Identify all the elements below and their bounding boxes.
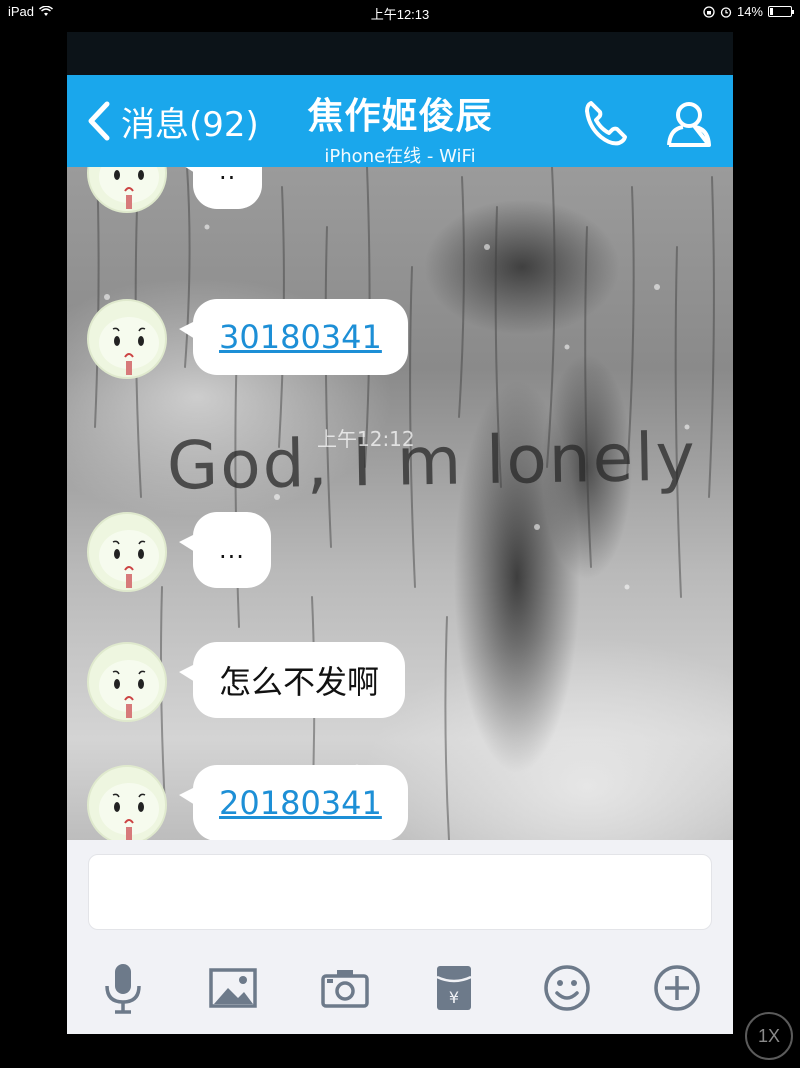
- app-top-strip: [67, 32, 733, 75]
- emoji-icon: [544, 965, 590, 1011]
- message-row: 30180341: [87, 299, 408, 379]
- back-label: 消息(92): [121, 104, 259, 145]
- add-icon: [654, 965, 700, 1011]
- chat-app: 消息(92) 焦作姬俊辰 iPhone在线 - WiFi God, I m lo…: [67, 32, 733, 1034]
- contact-name: 焦作姬俊辰: [307, 96, 493, 137]
- image-icon: [209, 968, 257, 1008]
- input-area: ¥: [67, 840, 733, 1034]
- back-button[interactable]: 消息(92): [83, 99, 259, 145]
- avatar-face-icon: [99, 783, 159, 840]
- chevron-left-icon: [88, 101, 110, 141]
- message-input[interactable]: [88, 854, 712, 930]
- microphone-button[interactable]: [93, 958, 153, 1018]
- message-bubble[interactable]: ...: [179, 512, 271, 588]
- avatar-face-icon: [99, 167, 159, 209]
- chat-area[interactable]: God, I m lonely 上午12:12 .. 30180341 ... …: [67, 167, 733, 840]
- background-time-text: 上午12:12: [317, 427, 415, 451]
- message-bubble[interactable]: ..: [178, 167, 263, 209]
- profile-icon[interactable]: [661, 95, 717, 151]
- nav-bar: 消息(92) 焦作姬俊辰 iPhone在线 - WiFi: [67, 75, 733, 167]
- chat-header[interactable]: 焦作姬俊辰 iPhone在线 - WiFi: [247, 87, 553, 168]
- online-status: iPhone在线 - WiFi: [324, 146, 476, 167]
- image-button[interactable]: [203, 958, 263, 1018]
- message-row: ..: [87, 167, 263, 213]
- microphone-icon: [105, 964, 141, 1014]
- phone-icon[interactable]: [577, 95, 633, 151]
- alarm-icon: [720, 6, 732, 18]
- add-button[interactable]: [647, 958, 707, 1018]
- status-time: 上午12:13: [370, 7, 430, 22]
- camera-icon: [321, 970, 369, 1008]
- avatar-face-icon: [99, 317, 159, 375]
- message-bubble[interactable]: 怎么不发啊: [178, 642, 406, 718]
- svg-text:¥: ¥: [449, 988, 459, 1007]
- avatar-face-icon: [99, 660, 159, 718]
- rotation-lock-icon: [703, 5, 715, 18]
- background-overlay-text: God, I m lonely: [166, 418, 698, 505]
- red-packet-icon: ¥: [436, 966, 472, 1010]
- avatar[interactable]: [87, 642, 167, 722]
- avatar[interactable]: [87, 299, 167, 379]
- message-row: 怎么不发啊: [87, 642, 406, 722]
- avatar[interactable]: [87, 167, 167, 213]
- status-bar: iPad 上午12:13 14%: [0, 0, 800, 22]
- status-right: 14%: [703, 4, 794, 19]
- message-row: 20180341: [87, 765, 408, 840]
- battery-level: [770, 8, 773, 15]
- camera-button[interactable]: [315, 958, 375, 1018]
- message-row: ...: [87, 512, 271, 592]
- zoom-badge[interactable]: 1X: [745, 1012, 793, 1060]
- red-packet-button[interactable]: ¥: [424, 958, 484, 1018]
- emoji-button[interactable]: [537, 958, 597, 1018]
- battery-percent: 14%: [736, 4, 763, 19]
- battery-icon: [768, 6, 794, 17]
- message-link[interactable]: 30180341: [179, 299, 408, 375]
- avatar-face-icon: [99, 530, 159, 588]
- avatar[interactable]: [87, 765, 167, 840]
- message-link[interactable]: 20180341: [179, 765, 408, 840]
- avatar[interactable]: [87, 512, 167, 592]
